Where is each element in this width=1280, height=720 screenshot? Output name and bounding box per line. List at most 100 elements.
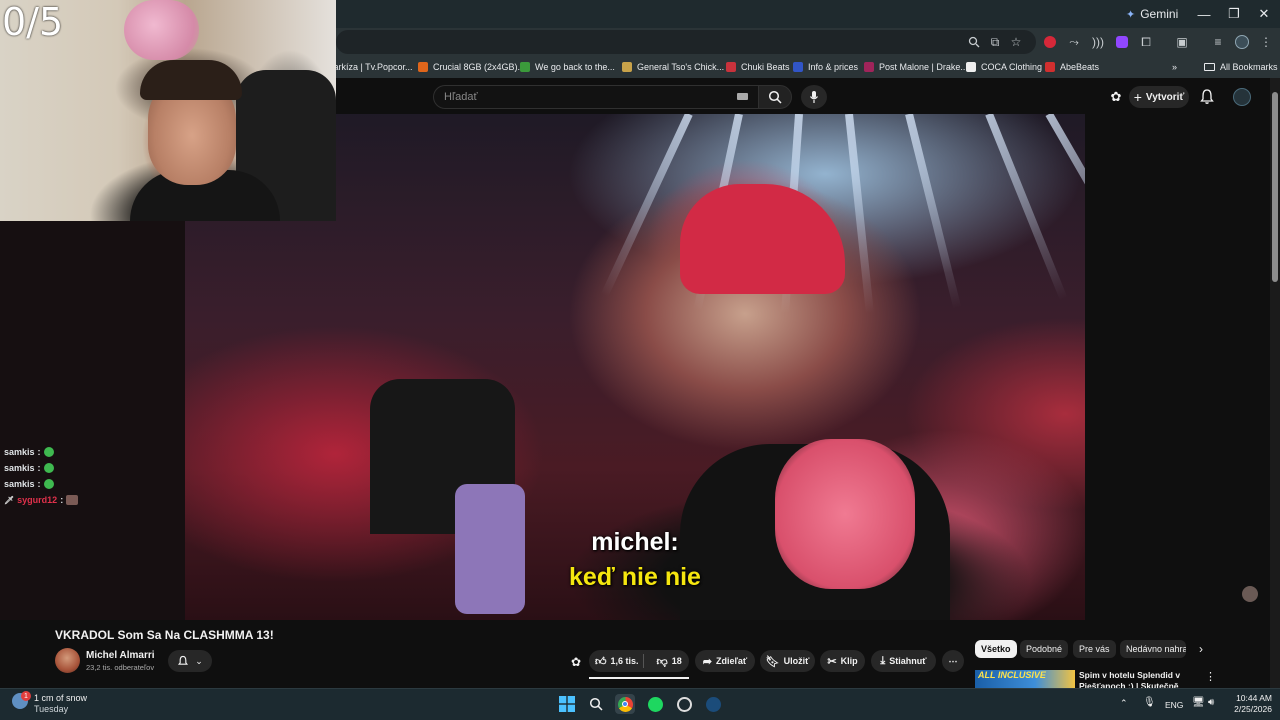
chrome-icon[interactable] — [615, 694, 635, 714]
extension-leaf-icon[interactable]: ⤳ — [1065, 33, 1083, 51]
keyboard-icon[interactable] — [737, 93, 748, 100]
chat-message: samkis: — [4, 445, 54, 459]
thumbnail-text: ALL INCLUSIVE — [978, 670, 1046, 680]
chat-overlay — [0, 221, 185, 620]
bookmark-star-icon[interactable]: ☆ — [1007, 33, 1025, 51]
profile-avatar-icon[interactable] — [1233, 33, 1251, 51]
weather-condition[interactable]: 1 cm of snow — [34, 693, 87, 703]
bookmark-favicon-icon — [864, 62, 874, 72]
voice-search-button[interactable] — [801, 85, 827, 109]
chat-message: samkis: — [4, 477, 54, 491]
clip-button[interactable]: ✂ Klip — [820, 650, 865, 672]
steam-icon[interactable] — [703, 694, 723, 714]
all-bookmarks-button[interactable]: All Bookmarks — [1204, 59, 1278, 75]
gemini-button[interactable]: ✦ Gemini — [1126, 5, 1178, 23]
subscribed-bell-button[interactable]: ⌄ — [168, 650, 212, 672]
stage-light — [600, 114, 693, 297]
chevron-down-icon: ⌄ — [195, 655, 203, 666]
extension-audio-icon[interactable]: ))) — [1089, 33, 1107, 51]
bookmark-item[interactable]: We go back to the... — [520, 59, 615, 75]
network-icon[interactable]: 🖥︎ — [1192, 697, 1205, 708]
like-button[interactable]: 👍︎ 1,6 tis. — [595, 655, 639, 668]
tray-overflow-icon[interactable]: ⌃ — [1120, 698, 1128, 709]
chip-label: Podobné — [1026, 644, 1063, 654]
recommendation-title[interactable]: Spim v hotelu Splendid v Piešťanoch :) |… — [1079, 670, 1189, 688]
chip-for-you[interactable]: Pre vás — [1073, 640, 1116, 658]
chevron-right-icon[interactable]: › — [1194, 640, 1208, 658]
bookmark-label: AbeBeats — [1060, 62, 1100, 72]
bookmark-item[interactable]: COCA Clothing — [966, 59, 1042, 75]
subtitle-speaker: michel: — [591, 528, 679, 556]
close-icon[interactable]: ✕ — [1248, 0, 1280, 28]
windows-start-icon[interactable] — [557, 694, 577, 714]
create-button[interactable]: + Vytvoriť — [1129, 86, 1189, 108]
chip-similar[interactable]: Podobné — [1020, 640, 1069, 658]
gemini-icon: ✦ — [1126, 8, 1136, 21]
save-label: Uložiť — [783, 656, 810, 666]
tray-mic-icon[interactable]: 🎙︎ — [1143, 697, 1156, 708]
bookmark-item[interactable]: General Tso's Chick... — [622, 59, 724, 75]
minimize-icon[interactable]: — — [1188, 0, 1220, 28]
spotify-icon[interactable] — [645, 694, 665, 714]
account-avatar[interactable] — [1233, 88, 1251, 106]
address-bar[interactable] — [336, 30, 1036, 54]
scrollbar-thumb[interactable] — [1272, 92, 1278, 282]
bookmark-item[interactable]: Post Malone | Drake... — [864, 59, 968, 75]
channel-avatar[interactable] — [55, 648, 80, 673]
bookmark-favicon-icon — [726, 62, 736, 72]
more-actions-icon[interactable]: ⋯ — [942, 650, 964, 672]
secondary-column — [1085, 114, 1270, 620]
clock-date: 2/25/2026 — [1234, 704, 1272, 714]
install-app-icon[interactable]: ⧉ — [986, 33, 1004, 51]
language-indicator[interactable]: ENG — [1165, 700, 1183, 710]
zoom-icon[interactable] — [965, 33, 983, 51]
bookmark-favicon-icon — [793, 62, 803, 72]
extension-red-icon[interactable] — [1041, 33, 1059, 51]
thumbs-down-icon: 👎︎ — [656, 655, 668, 668]
bookmark-item[interactable]: AbeBeats — [1045, 59, 1099, 75]
video-title: VKRADOL Som Sa Na CLASHMMA 13! — [55, 628, 274, 642]
search-input[interactable]: Hľadať — [433, 85, 759, 109]
reading-list-icon[interactable]: ≡ — [1209, 33, 1227, 51]
download-label: Stiahnuť — [889, 656, 927, 666]
chat-message: samkis: — [4, 461, 54, 475]
bookmark-item[interactable]: Crucial 8GB (2x4GB)... — [418, 59, 525, 75]
recommendation-menu-icon[interactable]: ⋮ — [1205, 670, 1216, 683]
chip-label: Pre vás — [1079, 644, 1110, 654]
bookmark-item[interactable]: Chuki Beats — [726, 59, 790, 75]
floating-avatar[interactable] — [1242, 586, 1258, 602]
bookmarks-overflow-icon[interactable]: » — [1172, 59, 1177, 75]
chip-all[interactable]: Všetko — [975, 640, 1017, 658]
tab-search-icon[interactable]: ▣ — [1173, 33, 1191, 51]
chip-recently-uploaded[interactable]: Nedávno nahra — [1120, 640, 1186, 658]
chat-separator: : — [60, 495, 64, 505]
taskbar-search-icon[interactable] — [586, 694, 606, 714]
dislike-button[interactable]: 👎︎ 18 — [657, 655, 682, 668]
bookmark-favicon-icon — [418, 62, 428, 72]
bookmark-item[interactable]: Markíza | Tv.Popcor... — [326, 59, 413, 75]
browser-menu-icon[interactable]: ⋮ — [1257, 33, 1275, 51]
channel-name[interactable]: Michel Almarri — [86, 650, 155, 661]
microphone-icon — [810, 91, 818, 103]
obs-icon[interactable] — [674, 694, 694, 714]
share-arrow-icon: ➦ — [702, 655, 712, 668]
save-button[interactable]: 🔖︎ Uložiť — [760, 650, 815, 672]
search-button[interactable] — [758, 85, 792, 109]
sparkle-icon[interactable]: ✿ — [568, 654, 584, 670]
extensions-puzzle-icon[interactable]: ⧠ — [1137, 33, 1155, 51]
bookmark-item[interactable]: Info & prices — [793, 59, 858, 75]
chat-username: samkis — [4, 447, 35, 457]
recommendation-thumbnail[interactable]: ALL INCLUSIVE — [975, 670, 1075, 688]
share-button[interactable]: ➦ Zdieľať — [695, 650, 755, 672]
bell-icon — [178, 655, 189, 665]
extension-purple-icon[interactable] — [1113, 33, 1131, 51]
bookmark-icon: 🔖︎ — [765, 655, 780, 668]
download-button[interactable]: ⤓ Stiahnuť — [871, 650, 936, 672]
clock[interactable]: 10:44 AM 2/25/2026 — [1226, 693, 1272, 715]
volume-icon[interactable]: 🔊︎ — [1208, 697, 1214, 708]
restore-icon[interactable]: ❐ — [1218, 0, 1250, 28]
notifications-bell-icon[interactable] — [1199, 88, 1217, 106]
subtitle-text: keď nie nie — [569, 563, 701, 591]
chat-username: samkis — [4, 463, 35, 473]
sparkle-extension-icon[interactable]: ✿ — [1108, 89, 1124, 105]
